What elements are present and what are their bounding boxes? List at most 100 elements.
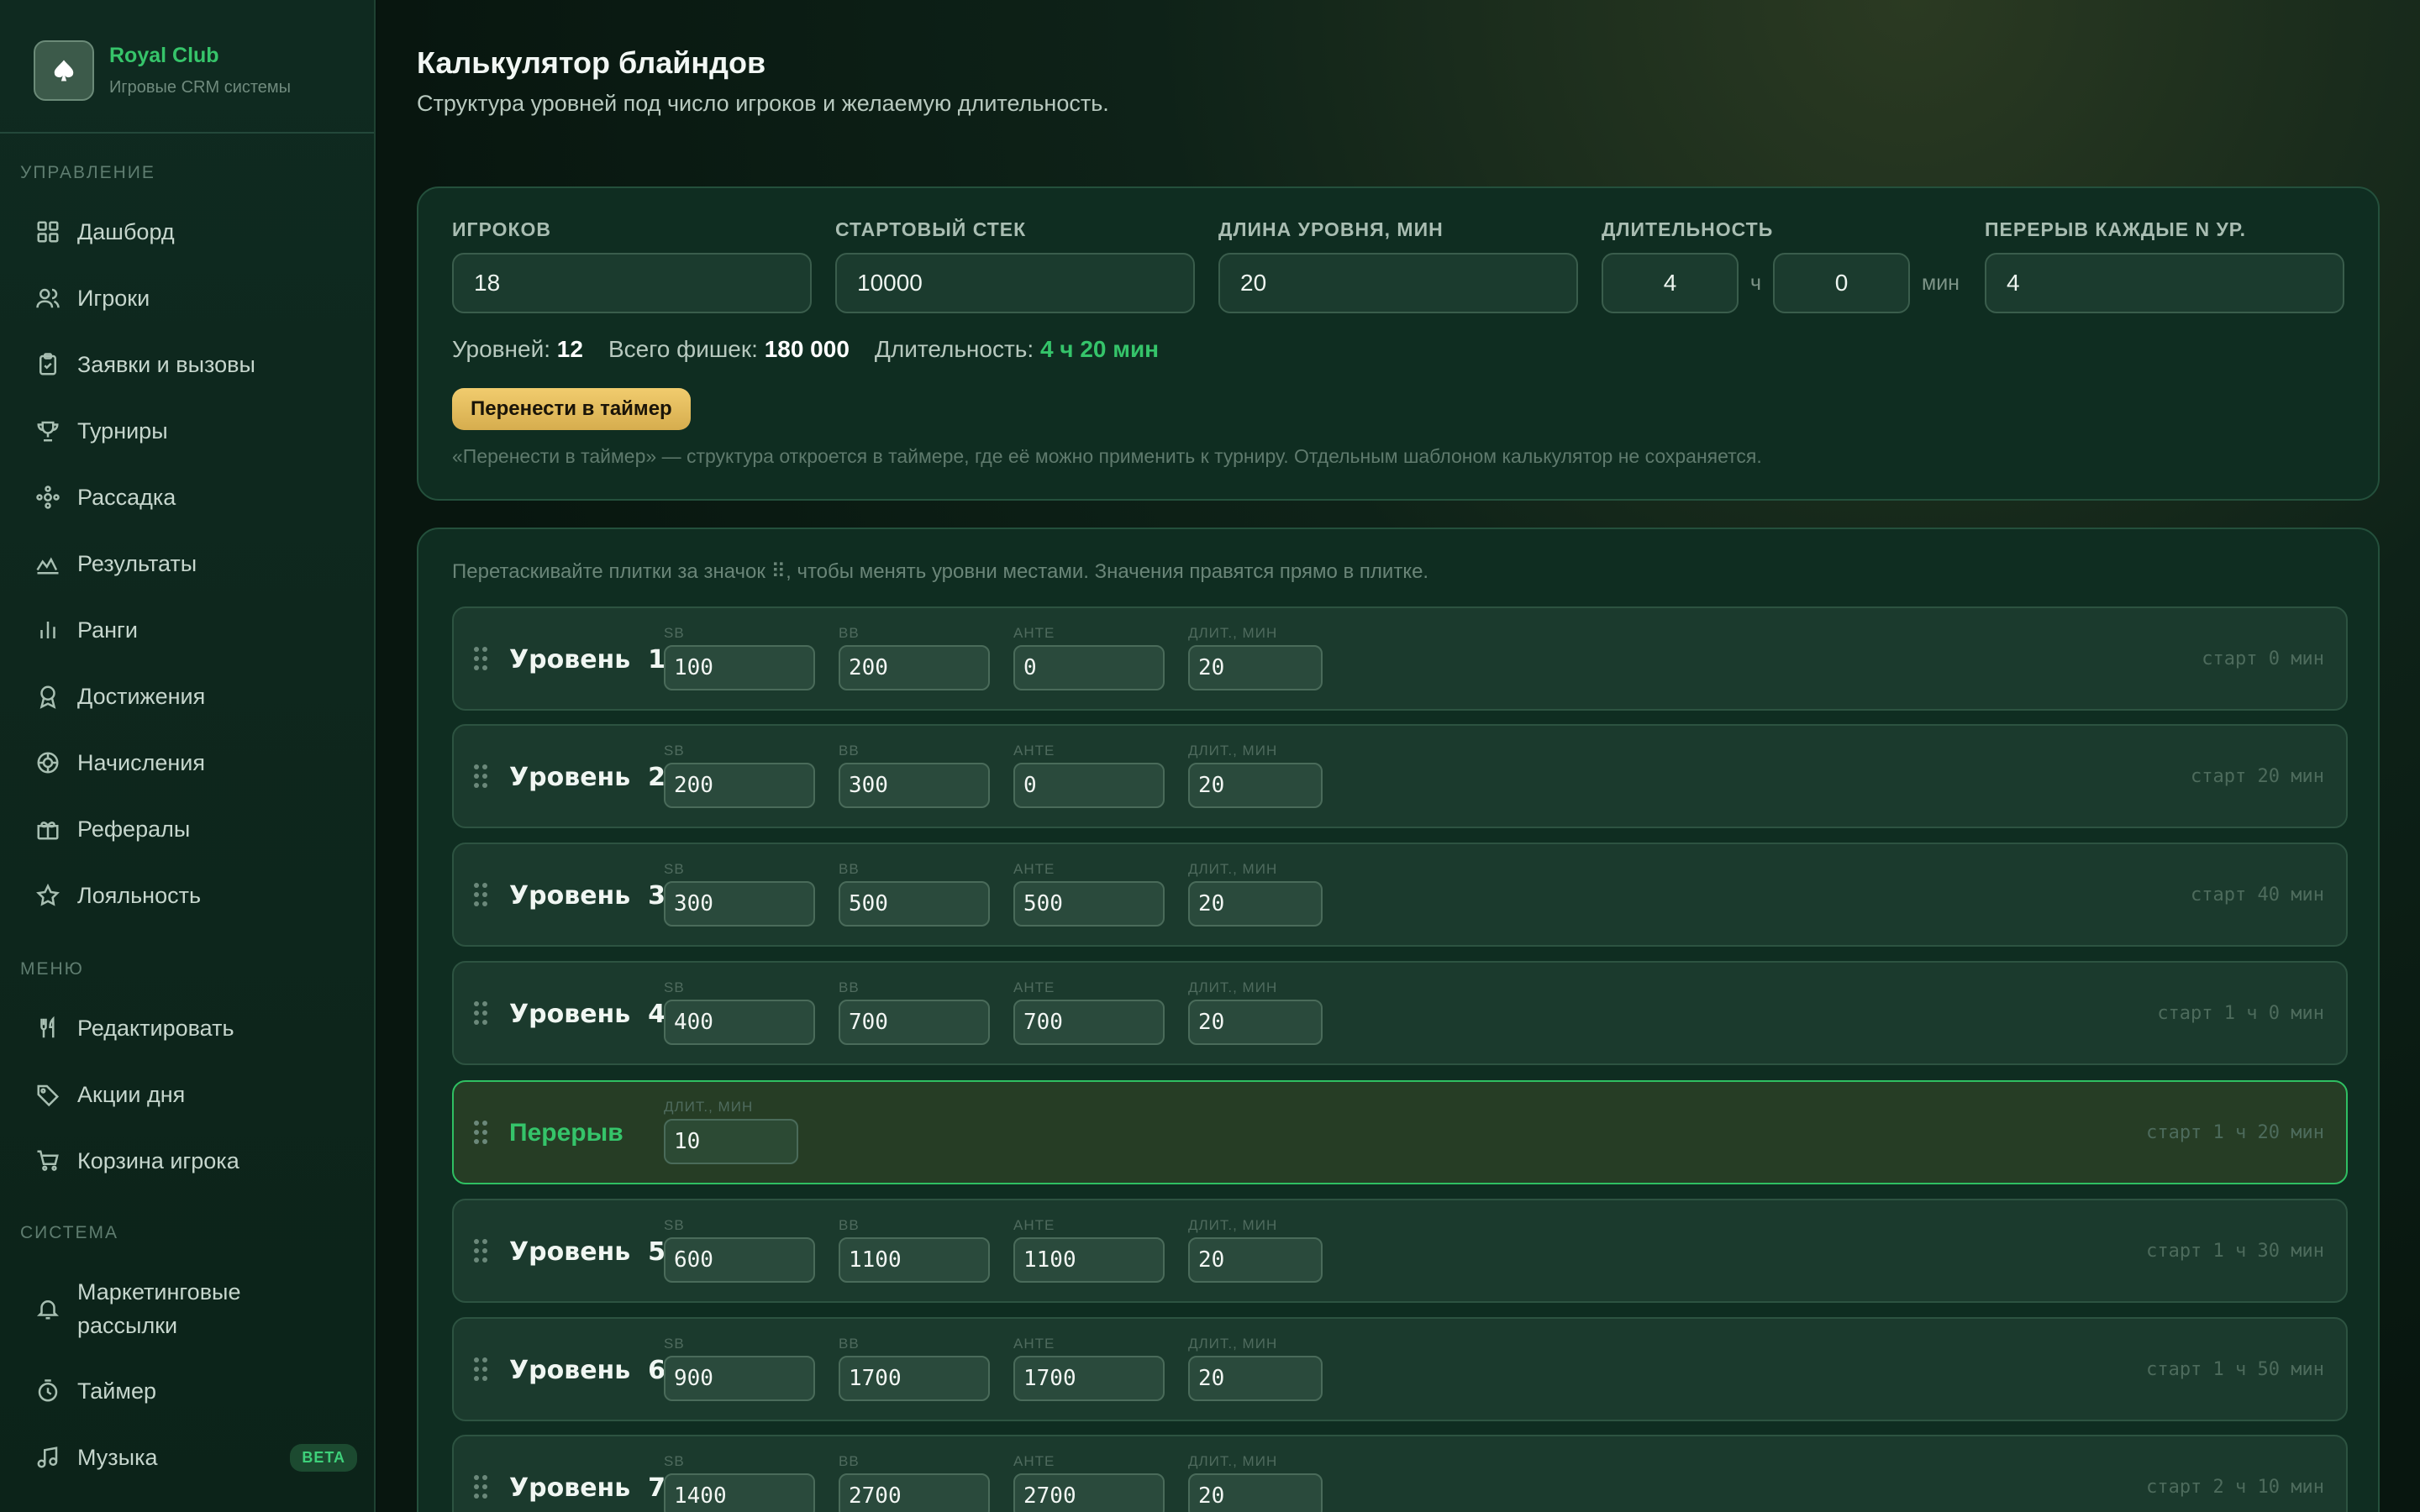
bb-input[interactable]: 1700 — [839, 1356, 990, 1401]
dur-input[interactable]: 20 — [1188, 1356, 1323, 1401]
ante-input[interactable]: 500 — [1013, 881, 1165, 927]
bb-input[interactable]: 1100 — [839, 1237, 990, 1283]
transfer-hint: «Перенести в таймер» — структура откроет… — [452, 445, 1762, 467]
sidebar-item-requests[interactable]: Заявки и вызовы — [34, 341, 353, 388]
break-tile[interactable]: Перерыв ДЛИТ., МИН 10 старт 1 ч 20 мин — [452, 1080, 2348, 1184]
mini-label: BB — [839, 861, 860, 877]
level-tile[interactable]: Уровень 7 SB 1400 BB 2700 АНТЕ 2700 ДЛИТ., МИН 2… — [452, 1435, 2348, 1512]
sidebar-item-label: Достижения — [77, 683, 206, 709]
sidebar-item-dashboard[interactable]: Дашборд — [34, 208, 353, 255]
sidebar-item-label: Ранги — [77, 617, 138, 643]
sidebar-item-promotions[interactable]: Акции дня — [34, 1071, 353, 1118]
drag-handle-icon[interactable] — [474, 764, 489, 788]
drag-handle-icon[interactable] — [474, 883, 489, 906]
level-title: Уровень 6 — [509, 1356, 666, 1385]
sb-input[interactable]: 200 — [664, 763, 815, 808]
sidebar-item-cart[interactable]: Корзина игрока — [34, 1137, 353, 1184]
sb-input[interactable]: 100 — [664, 645, 815, 690]
dur-input[interactable]: 20 — [1188, 645, 1323, 690]
fork-knife-icon — [34, 1014, 62, 1042]
level-tile[interactable]: Уровень 6 SB 900 BB 1700 АНТЕ 1700 ДЛИТ., МИН 20… — [452, 1317, 2348, 1421]
chip-icon — [34, 748, 62, 777]
mini-label: BB — [839, 743, 860, 759]
ante-input[interactable]: 0 — [1013, 645, 1165, 690]
ante-input[interactable]: 1700 — [1013, 1356, 1165, 1401]
level-tile[interactable]: Уровень 5 SB 600 BB 1100 АНТЕ 1100 ДЛИТ., МИН 20… — [452, 1199, 2348, 1303]
ante-field: АНТЕ 500 — [1013, 861, 1165, 927]
sb-input[interactable]: 1400 — [664, 1473, 815, 1512]
players-input[interactable]: 18 — [452, 253, 812, 313]
mini-label: SB — [664, 1453, 685, 1469]
dur-input[interactable]: 20 — [1188, 763, 1323, 808]
level-tile[interactable]: Уровень 3 SB 300 BB 500 АНТЕ 500 ДЛИТ., МИН 20 ст… — [452, 843, 2348, 947]
sidebar-item-mailings[interactable]: Маркетинговые рассылки — [34, 1273, 353, 1344]
dur-input[interactable]: 20 — [1188, 1000, 1323, 1045]
sb-field: SB 200 — [664, 743, 815, 808]
medal-icon — [34, 682, 62, 711]
sidebar-item-edit[interactable]: Редактировать — [34, 1005, 353, 1052]
stack-input[interactable]: 10000 — [835, 253, 1195, 313]
level-tile[interactable]: Уровень 2 SB 200 BB 300 АНТЕ 0 ДЛИТ., МИН 20 стар… — [452, 724, 2348, 828]
ante-input[interactable]: 700 — [1013, 1000, 1165, 1045]
level-title: Уровень 5 — [509, 1237, 666, 1267]
dur-input[interactable]: 10 — [664, 1119, 798, 1164]
drag-handle-icon[interactable] — [474, 1475, 489, 1499]
sidebar-item-label: Заявки и вызовы — [77, 351, 255, 377]
sidebar-item-results[interactable]: Результаты — [34, 540, 353, 587]
dur-input[interactable]: 20 — [1188, 1237, 1323, 1283]
sidebar-item-tournaments[interactable]: Турниры — [34, 407, 353, 454]
ante-input[interactable]: 0 — [1013, 763, 1165, 808]
level-tile[interactable]: Уровень 4 SB 400 BB 700 АНТЕ 700 ДЛИТ., МИН 20 ст… — [452, 961, 2348, 1065]
sidebar-item-timer[interactable]: Таймер — [34, 1368, 353, 1415]
summary-stats: Уровней: 12 Всего фишек: 180 000 Длитель… — [452, 336, 1184, 363]
sb-input[interactable]: 900 — [664, 1356, 815, 1401]
sidebar-item-ranks[interactable]: Ранги — [34, 606, 353, 654]
sb-field: SB 100 — [664, 625, 815, 690]
field-label: СТАРТОВЫЙ СТЕК — [835, 218, 1027, 240]
brand[interactable]: Royal Club Игровые CRM системы — [34, 40, 353, 101]
sidebar-item-referrals[interactable]: Рефералы — [34, 806, 353, 853]
ante-input[interactable]: 1100 — [1013, 1237, 1165, 1283]
bb-field: BB 300 — [839, 743, 990, 808]
sidebar-item-loyalty[interactable]: Лояльность — [34, 872, 353, 919]
spade-icon — [34, 40, 94, 101]
sidebar-item-players[interactable]: Игроки — [34, 275, 353, 322]
sb-input[interactable]: 300 — [664, 881, 815, 927]
ante-input[interactable]: 2700 — [1013, 1473, 1165, 1512]
bb-input[interactable]: 700 — [839, 1000, 990, 1045]
sb-field: SB 400 — [664, 979, 815, 1045]
duration-minutes-input[interactable]: 0 — [1773, 253, 1911, 313]
break-every-input[interactable]: 4 — [1985, 253, 2344, 313]
drag-handle-icon[interactable] — [474, 1239, 489, 1263]
duration-hours-input[interactable]: 4 — [1602, 253, 1739, 313]
bb-input[interactable]: 500 — [839, 881, 990, 927]
sidebar-item-music[interactable]: Музыка BETA — [34, 1434, 357, 1481]
dur-input[interactable]: 20 — [1188, 1473, 1323, 1512]
sb-input[interactable]: 600 — [664, 1237, 815, 1283]
bb-input[interactable]: 300 — [839, 763, 990, 808]
sb-input[interactable]: 400 — [664, 1000, 815, 1045]
drag-handle-icon[interactable] — [474, 1357, 489, 1381]
level-title: Уровень 3 — [509, 881, 666, 911]
sidebar-item-label: Маркетинговые рассылки — [77, 1279, 241, 1338]
sidebar-item-label: Игроки — [77, 285, 150, 311]
sb-field: SB 600 — [664, 1217, 815, 1283]
sidebar-item-accruals[interactable]: Начисления — [34, 739, 353, 786]
hours-unit: ч — [1750, 270, 1762, 295]
level-tile[interactable]: Уровень 1 SB 100 BB 200 АНТЕ 0 ДЛИТ., МИН 20 стар… — [452, 606, 2348, 711]
level-length-field: ДЛИНА УРОВНЯ, МИН 20 — [1218, 218, 1578, 313]
drag-handle-icon[interactable] — [474, 1001, 489, 1025]
mini-label: АНТЕ — [1013, 979, 1055, 995]
dur-input[interactable]: 20 — [1188, 881, 1323, 927]
music-icon — [34, 1443, 62, 1472]
minutes-unit: мин — [1922, 270, 1960, 295]
sidebar-item-seating[interactable]: Рассадка — [34, 474, 353, 521]
transfer-to-timer-button[interactable]: Перенести в таймер — [452, 388, 691, 430]
bb-input[interactable]: 2700 — [839, 1473, 990, 1512]
level-length-input[interactable]: 20 — [1218, 253, 1578, 313]
sidebar-item-achievements[interactable]: Достижения — [34, 673, 353, 720]
mini-label: ДЛИТ., МИН — [1188, 1336, 1278, 1352]
bb-input[interactable]: 200 — [839, 645, 990, 690]
drag-handle-icon[interactable] — [474, 647, 489, 670]
drag-handle-icon[interactable] — [474, 1121, 489, 1144]
